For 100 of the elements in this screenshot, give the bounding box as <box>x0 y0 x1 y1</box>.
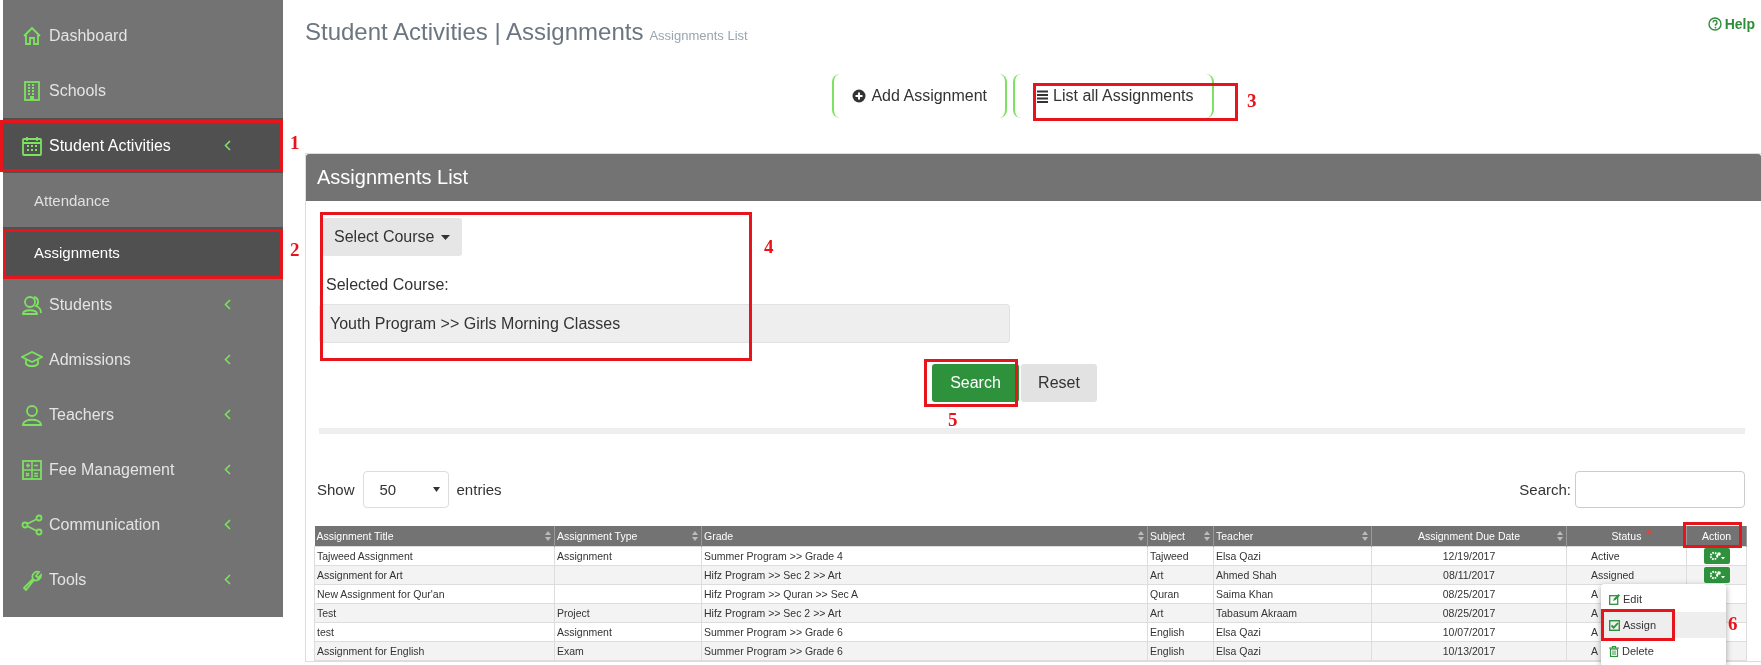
page-subtitle: Assignments List <box>649 28 748 43</box>
chevron-icon <box>224 354 231 365</box>
sidebar-item[interactable]: Fee Management <box>3 442 283 497</box>
highlight-box <box>1683 522 1742 548</box>
column-header[interactable]: Assignment Type <box>554 526 702 547</box>
table-cell: Elsa Qazi <box>1216 644 1261 657</box>
calendar-icon <box>21 134 43 157</box>
sidebar-item[interactable]: Communication <box>3 497 283 552</box>
table-cell: Assignment <box>557 549 612 562</box>
search-button[interactable]: Search <box>932 364 1019 402</box>
table-cell: Art <box>1150 606 1164 619</box>
entries-label: entries <box>456 481 502 498</box>
table-cell: Art <box>1150 568 1164 581</box>
table-cell: 12/19/2017 <box>1442 549 1496 562</box>
table-cell: Summer Program >> Grade 4 <box>704 549 843 562</box>
table-cell: A <box>1591 625 1598 638</box>
plus-circle-icon <box>852 89 867 103</box>
step-number: 1 <box>290 132 300 154</box>
sidebar-item[interactable]: Tools <box>3 552 283 607</box>
search-field[interactable] <box>1575 471 1745 508</box>
table-cell: Saima Khan <box>1216 587 1274 600</box>
panel-header: Assignments List <box>306 154 1761 201</box>
sidebar-item[interactable]: Schools <box>3 63 283 118</box>
table-cell: Elsa Qazi <box>1216 625 1261 638</box>
show-label: Show <box>317 481 355 498</box>
users-icon <box>21 293 43 316</box>
sidebar-item[interactable]: Teachers <box>3 387 283 442</box>
menu-item[interactable]: Edit <box>1601 586 1726 612</box>
menu-item[interactable]: Assign <box>1601 612 1726 638</box>
step-number: 6 <box>1728 613 1738 635</box>
table-cell: Ahmed Shah <box>1216 568 1277 581</box>
chevron-icon <box>224 519 231 530</box>
action-button[interactable]: List all Assignments <box>1013 74 1214 118</box>
table-cell: 08/25/2017 <box>1442 606 1496 619</box>
edit-icon <box>1609 593 1620 605</box>
table-cell: 08/25/2017 <box>1442 587 1496 600</box>
table-cell: Quran <box>1150 587 1180 600</box>
sidebar-subitem[interactable]: Attendance <box>3 173 283 227</box>
column-header[interactable]: Status <box>1566 526 1687 547</box>
step-number: 3 <box>1247 90 1257 112</box>
chevron-icon <box>224 464 231 475</box>
table-cell: Summer Program >> Grade 6 <box>704 625 843 638</box>
table-cell: Tabasum Akraam <box>1216 606 1298 619</box>
table-cell: Hifz Program >> Sec 2 >> Art <box>704 568 842 581</box>
table-cell: Project <box>557 606 590 619</box>
table-cell: A <box>1591 606 1598 619</box>
reset-button[interactable]: Reset <box>1021 364 1097 402</box>
table-cell: A <box>1591 587 1598 600</box>
table-cell: Summer Program >> Grade 6 <box>704 644 843 657</box>
column-header[interactable]: Grade <box>701 526 1148 547</box>
step-number: 4 <box>764 236 774 258</box>
column-header[interactable]: Teacher <box>1213 526 1372 547</box>
table-cell: English <box>1150 644 1185 657</box>
sidebar-item[interactable]: Dashboard <box>3 8 283 63</box>
table-cell: test <box>317 625 334 638</box>
step-number: 2 <box>290 239 300 261</box>
table-cell: Hifz Program >> Quran >> Sec A <box>704 587 859 600</box>
chevron-icon <box>224 574 231 585</box>
step-number: 5 <box>948 409 958 431</box>
sidebar-item[interactable]: Admissions <box>3 332 283 387</box>
select-course-dropdown[interactable]: Select Course <box>322 218 462 256</box>
action-button[interactable]: Add Assignment <box>832 74 1008 118</box>
table-cell: New Assignment for Qur'an <box>317 587 445 600</box>
table-cell: 10/07/2017 <box>1442 625 1496 638</box>
table-cell: Elsa Qazi <box>1216 549 1261 562</box>
table-cell: Exam <box>557 644 584 657</box>
table-cell: Tajweed Assignment <box>317 549 413 562</box>
table-cell: Assignment <box>557 625 612 638</box>
chevron-icon <box>224 140 231 151</box>
sidebar-subitem[interactable]: Assignments <box>3 227 283 277</box>
table-cell: A <box>1591 644 1598 657</box>
table-cell: 08/11/2017 <box>1443 568 1495 581</box>
table-cell: Tajweed <box>1150 549 1189 562</box>
building-icon <box>21 79 43 102</box>
wrench-icon <box>21 568 43 591</box>
chevron-icon <box>224 299 231 310</box>
table-cell: Active <box>1591 549 1620 562</box>
actions-button[interactable] <box>1703 567 1730 583</box>
table-cell: Assignment for Art <box>317 568 403 581</box>
column-header[interactable]: Assignment Title <box>314 526 555 547</box>
column-header[interactable]: Action <box>1686 526 1747 547</box>
menu-item[interactable]: Delete <box>1601 638 1726 664</box>
sidebar-item[interactable]: Students <box>3 277 283 332</box>
entries-select[interactable]: 50 <box>362 471 449 508</box>
table-cell: Test <box>317 606 337 619</box>
table-cell: Assignment for English <box>317 644 425 657</box>
user-icon <box>21 403 43 426</box>
column-header[interactable]: Subject <box>1147 526 1214 547</box>
table-cell: English <box>1150 625 1185 638</box>
table-cell: Assigned <box>1591 568 1635 581</box>
chevron-icon <box>224 409 231 420</box>
actions-button[interactable] <box>1703 548 1730 564</box>
checkbox-icon <box>1609 619 1620 631</box>
help-link[interactable]: Help <box>1707 16 1755 32</box>
column-header[interactable]: Assignment Due Date <box>1371 526 1567 547</box>
gear-icon <box>1708 551 1725 561</box>
selected-course-field[interactable]: Youth Program >> Girls Morning Classes <box>319 304 1010 343</box>
field-label: Selected Course: <box>326 276 450 294</box>
help-icon <box>1707 17 1722 31</box>
page-title: Student Activities | Assignments <box>305 18 644 45</box>
